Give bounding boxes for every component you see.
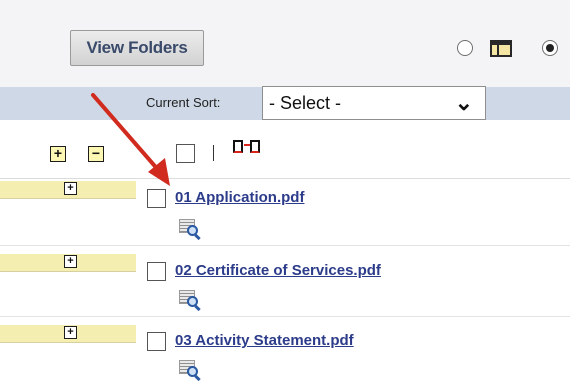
annotation-arrow [91,93,170,186]
arrow-shaft [91,93,162,174]
